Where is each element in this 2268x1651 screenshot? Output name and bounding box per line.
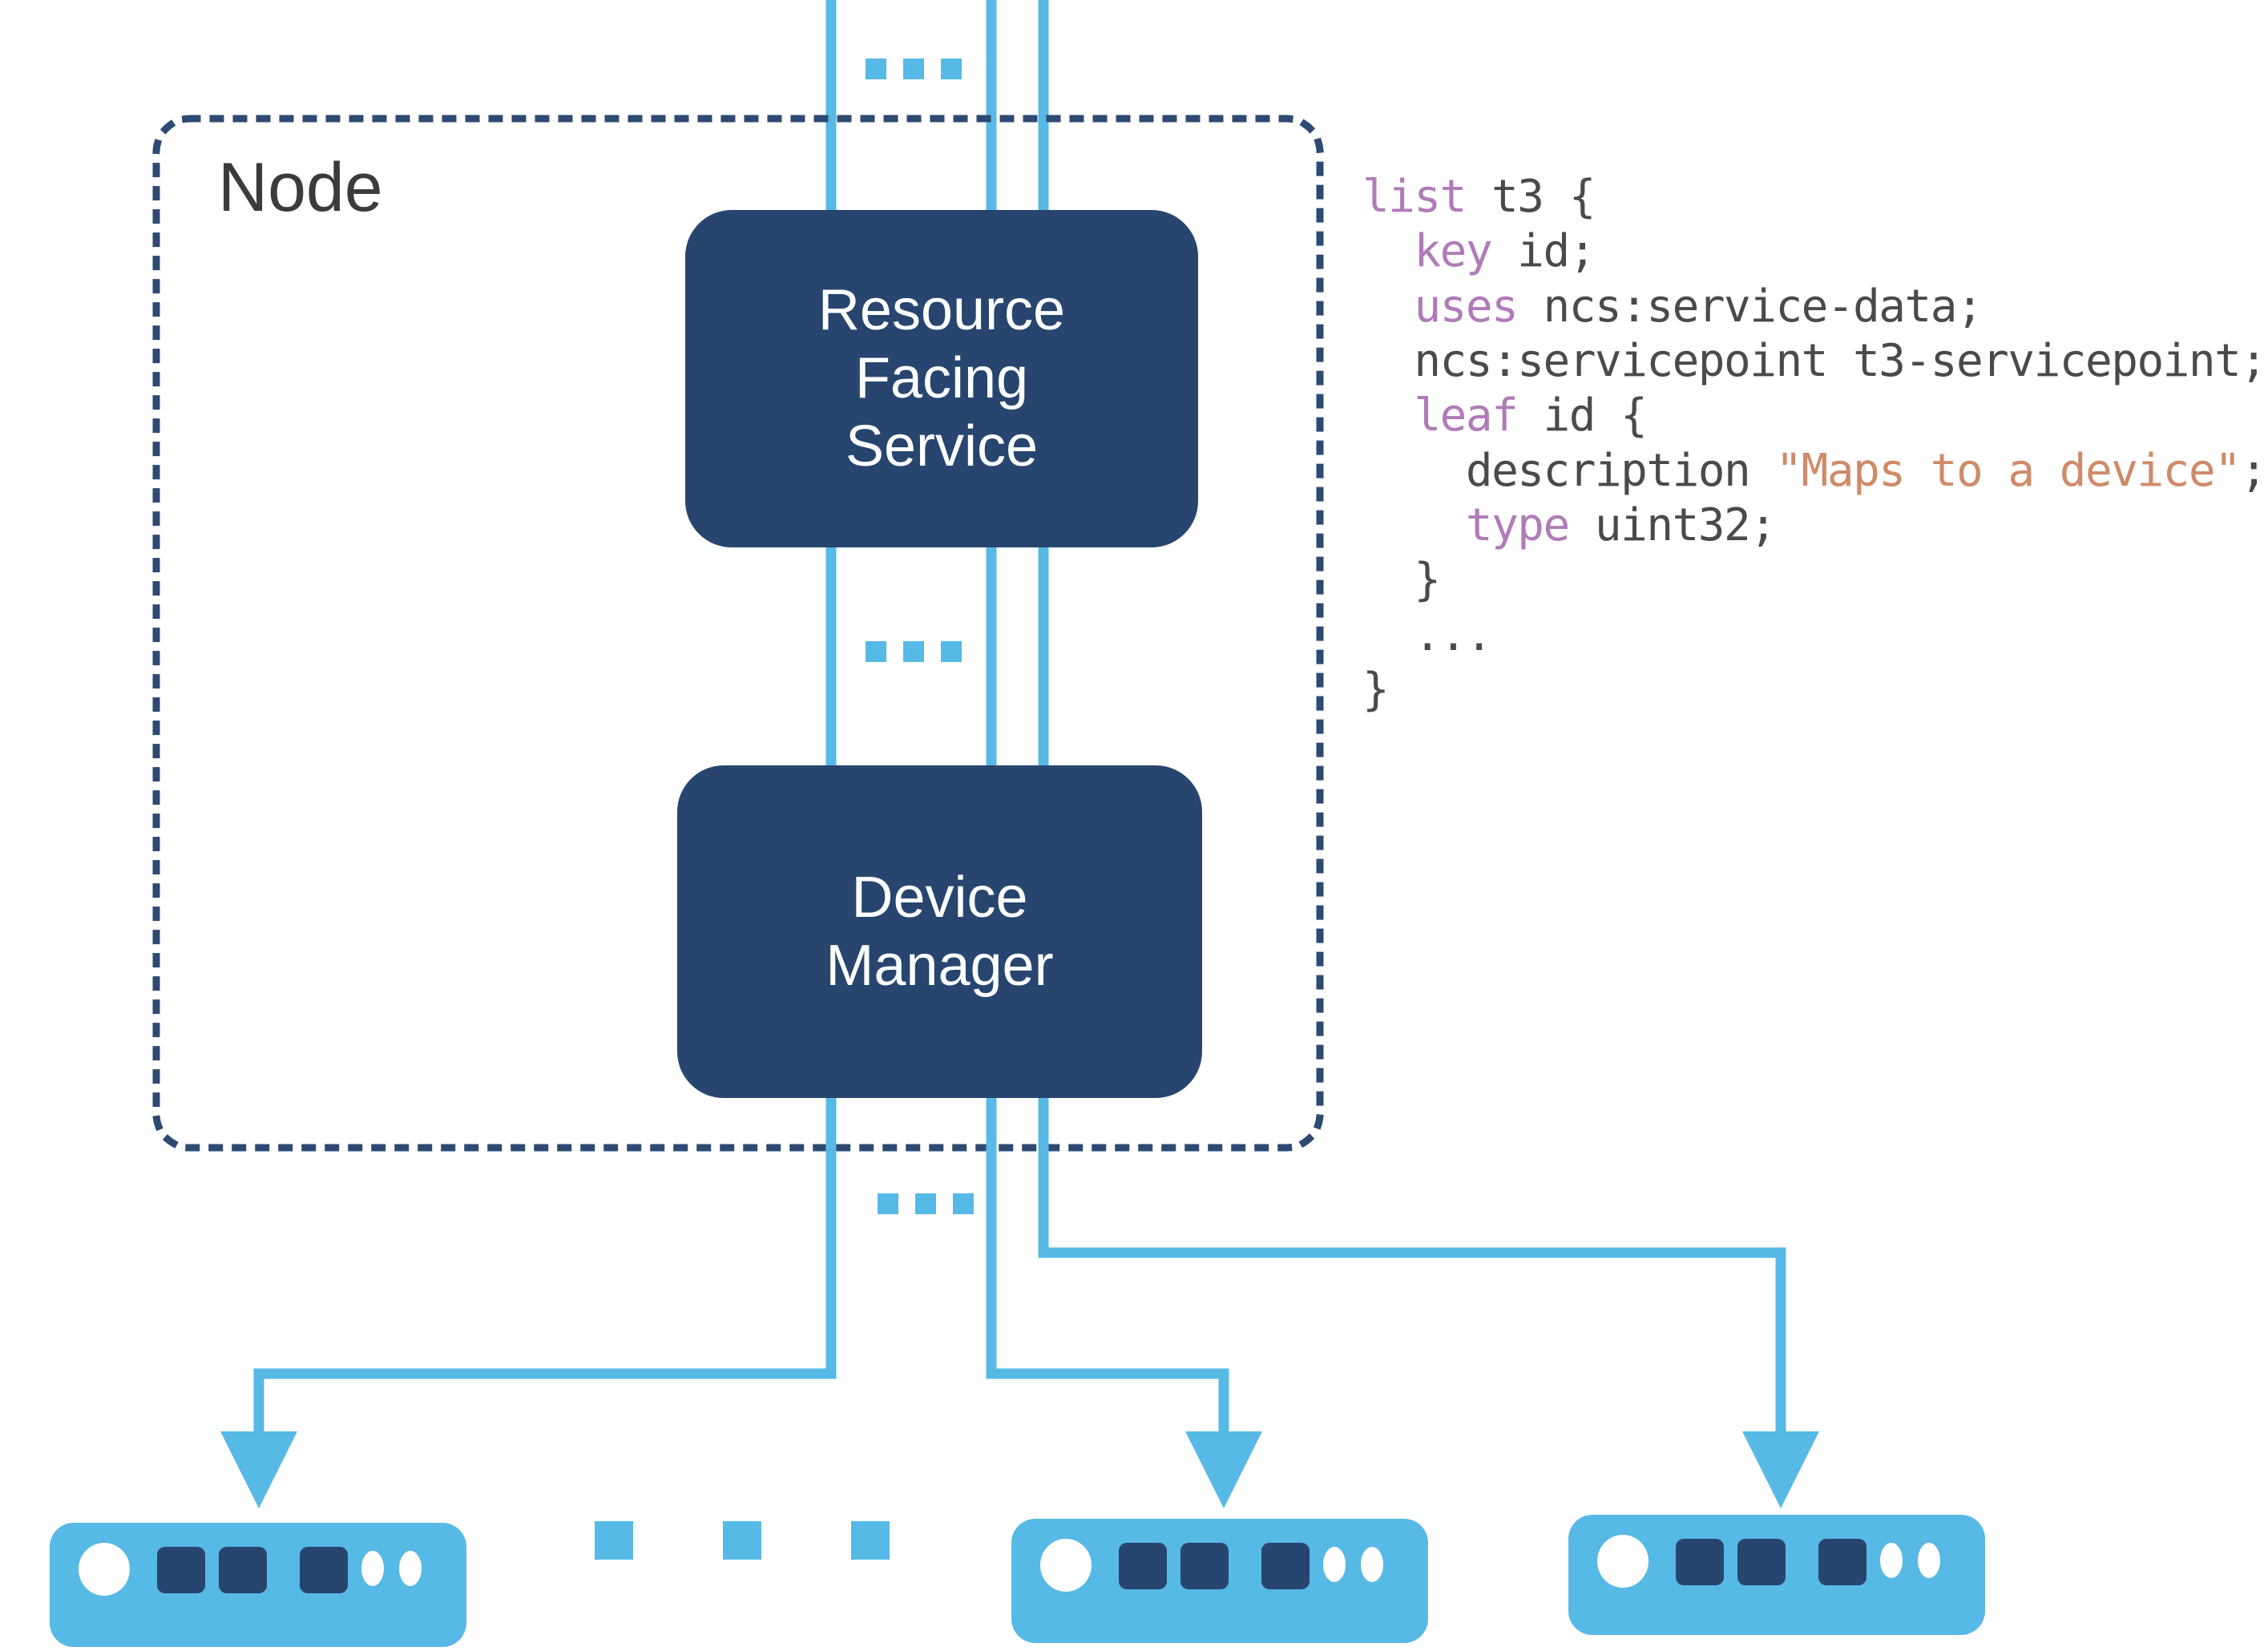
code-token: t3 { (1465, 171, 1596, 223)
code-token: key (1414, 225, 1492, 278)
code-line: ... (1362, 608, 2266, 663)
ellipsis-square (866, 59, 886, 79)
code-line: leaf id { (1362, 389, 2266, 443)
code-token: ncs:servicepoint t3-servicepoint; (1362, 334, 2267, 387)
port-square-icon (300, 1547, 348, 1593)
middle-connector-lines (825, 547, 1049, 767)
port-square-icon (219, 1547, 267, 1593)
port-square-icon (1180, 1543, 1229, 1589)
code-line: description "Maps to a device"; (1362, 444, 2267, 499)
resource-facing-service-label: Resource Facing Service (817, 278, 1066, 478)
ellipsis-square (953, 1193, 974, 1214)
code-token: ... (1362, 608, 1492, 661)
code-token: ncs:service-data; (1517, 280, 1983, 333)
top-connector-lines (825, 0, 1049, 210)
diagram-canvas: Node Resource Facing Service Device Mana… (0, 0, 2268, 1651)
arrowhead-3 (1742, 1431, 1819, 1508)
ellipsis-square (878, 1193, 898, 1214)
code-line: } (1362, 663, 2266, 717)
ellipsis-square (941, 59, 962, 79)
port-square-icon (1737, 1539, 1786, 1585)
ellipsis-square (903, 59, 924, 79)
code-token: description (1362, 444, 1776, 497)
code-token: id { (1517, 390, 1648, 442)
port-square-icon (1676, 1539, 1724, 1585)
ellipsis-square (941, 641, 962, 662)
power-led-icon (1597, 1535, 1649, 1588)
code-token: "Maps to a device" (1775, 444, 2241, 497)
code-token: uses (1414, 280, 1518, 333)
ellipsis-square (903, 641, 924, 662)
power-led-icon (79, 1543, 130, 1596)
arrowhead-2 (1185, 1431, 1262, 1508)
device-route-1 (253, 1098, 837, 1475)
status-led-icon (1880, 1543, 1903, 1578)
device-icon-1[interactable] (50, 1523, 466, 1647)
ellipsis-square (595, 1521, 633, 1560)
ellipsis-top (866, 59, 962, 79)
code-line: list t3 { (1362, 170, 2266, 224)
code-token: leaf (1414, 390, 1518, 442)
code-line: } (1362, 553, 2266, 608)
device-icon-3[interactable] (1568, 1515, 1985, 1635)
port-square-icon (1261, 1543, 1310, 1589)
port-square-icon (1119, 1543, 1167, 1589)
code-token: ; (2240, 444, 2267, 497)
ellipsis-devices (595, 1521, 890, 1560)
device-icon-2[interactable] (1011, 1519, 1428, 1643)
device-route-arrowheads (220, 1431, 1819, 1508)
code-token: } (1362, 663, 1390, 716)
power-led-icon (1040, 1539, 1092, 1592)
ellipsis-square (915, 1193, 936, 1214)
port-square-icon (1818, 1539, 1866, 1585)
code-line: uses ncs:service-data; (1362, 280, 2266, 334)
ellipsis-square (723, 1521, 761, 1560)
port-square-icon (157, 1547, 205, 1593)
yang-code-snippet: list t3 { key id; uses ncs:service-data;… (1362, 170, 2267, 717)
code-token: list (1362, 171, 1467, 223)
arrowhead-1 (220, 1431, 297, 1508)
ellipsis-middle (866, 641, 962, 662)
code-token: } (1362, 554, 1441, 607)
code-line: ncs:servicepoint t3-servicepoint; (1362, 334, 2267, 389)
status-led-icon (1918, 1543, 1940, 1578)
device-connector-lines (253, 1098, 1786, 1475)
ellipsis-below-node (878, 1193, 974, 1214)
device-route-2 (986, 1098, 1229, 1475)
code-line: type uint32; (1362, 499, 2266, 553)
code-token: uint32; (1568, 499, 1777, 551)
status-led-icon (1323, 1547, 1346, 1582)
status-led-icon (1361, 1547, 1383, 1582)
ellipsis-square (851, 1521, 890, 1560)
status-led-icon (361, 1551, 384, 1586)
code-token: type (1465, 499, 1570, 551)
device-manager-label: Device Manager (825, 865, 1054, 998)
status-led-icon (399, 1551, 422, 1586)
ellipsis-square (866, 641, 886, 662)
code-line: key id; (1362, 224, 2266, 279)
device-route-3 (1038, 1098, 1786, 1475)
code-token: id; (1491, 225, 1596, 278)
